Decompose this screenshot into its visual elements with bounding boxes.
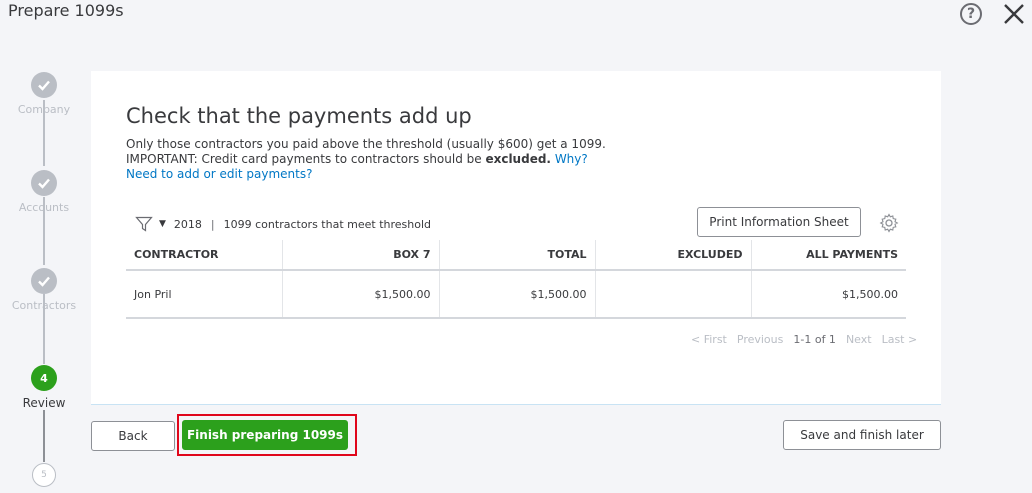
pager-last[interactable]: Last > <box>882 333 918 346</box>
pager-count: 1-1 of 1 <box>793 333 836 346</box>
table-header-row: CONTRACTOR BOX 7 TOTAL EXCLUDED ALL PAYM… <box>126 240 906 271</box>
why-link[interactable]: Why? <box>555 152 588 166</box>
close-icon[interactable] <box>1002 2 1026 26</box>
column-header-all-payments[interactable]: ALL PAYMENTS <box>750 240 906 271</box>
page-heading: Check that the payments add up <box>126 104 472 128</box>
cell-box7: $1,500.00 <box>281 270 439 319</box>
pager-first[interactable]: < First <box>691 333 727 346</box>
pagination: < First Previous 1-1 of 1 Next Last > <box>681 333 917 346</box>
column-header-contractor[interactable]: CONTRACTOR <box>126 240 282 271</box>
step-contractors[interactable]: Contractors <box>0 268 88 312</box>
filter-description: 1099 contractors that meet threshold <box>223 217 431 231</box>
step-label: Accounts <box>18 201 70 214</box>
checkmark-icon <box>31 72 57 98</box>
excluded-text: excluded. <box>485 152 551 166</box>
instructions: Only those contractors you paid above th… <box>126 137 606 182</box>
filter-icon[interactable] <box>135 215 153 233</box>
cell-excluded <box>594 270 751 319</box>
cell-total: $1,500.00 <box>438 270 595 319</box>
back-button[interactable]: Back <box>91 421 175 451</box>
column-header-box7[interactable]: BOX 7 <box>281 240 439 271</box>
step-label: Company <box>17 103 71 116</box>
save-and-finish-later-button[interactable]: Save and finish later <box>783 420 941 450</box>
step-accounts[interactable]: Accounts <box>0 170 88 214</box>
step-label: Review <box>22 396 66 410</box>
help-button[interactable]: ? <box>960 3 982 25</box>
column-header-excluded[interactable]: EXCLUDED <box>594 240 751 271</box>
progress-stepper: Company Accounts Contractors 4 Review 5 <box>0 0 90 493</box>
step-connector <box>43 410 45 462</box>
gear-icon[interactable] <box>879 213 899 233</box>
filter-bar: ▼ 2018 | 1099 contractors that meet thre… <box>135 215 431 233</box>
contractors-table: CONTRACTOR BOX 7 TOTAL EXCLUDED ALL PAYM… <box>126 240 906 319</box>
question-mark-icon: ? <box>966 6 976 22</box>
step-review: 4 Review <box>0 365 88 410</box>
checkmark-icon <box>31 170 57 196</box>
important-note: IMPORTANT: Credit card payments to contr… <box>126 152 606 167</box>
table-row[interactable]: Jon Pril $1,500.00 $1,500.00 $1,500.00 <box>126 270 906 319</box>
step-label: Contractors <box>11 299 77 312</box>
filter-separator: | <box>210 217 215 231</box>
filter-year: 2018 <box>173 217 202 231</box>
edit-payments-link[interactable]: Need to add or edit payments? <box>126 167 606 182</box>
pager-next[interactable]: Next <box>846 333 872 346</box>
review-card: Check that the payments add up Only thos… <box>91 71 941 404</box>
chevron-down-icon[interactable]: ▼ <box>159 219 166 229</box>
cell-all-payments: $1,500.00 <box>750 270 906 319</box>
print-information-sheet-button[interactable]: Print Information Sheet <box>697 207 861 237</box>
threshold-note: Only those contractors you paid above th… <box>126 137 606 151</box>
step-number: 4 <box>31 365 57 391</box>
pager-previous[interactable]: Previous <box>737 333 784 346</box>
step-number: 5 <box>32 463 56 487</box>
important-text: IMPORTANT: Credit card payments to contr… <box>126 152 486 166</box>
step-five: 5 <box>0 463 88 487</box>
column-header-total[interactable]: TOTAL <box>438 240 595 271</box>
finish-preparing-button[interactable]: Finish preparing 1099s <box>182 420 348 450</box>
cell-contractor: Jon Pril <box>126 270 282 319</box>
card-divider <box>91 404 941 405</box>
step-company[interactable]: Company <box>0 72 88 116</box>
checkmark-icon <box>31 268 57 294</box>
